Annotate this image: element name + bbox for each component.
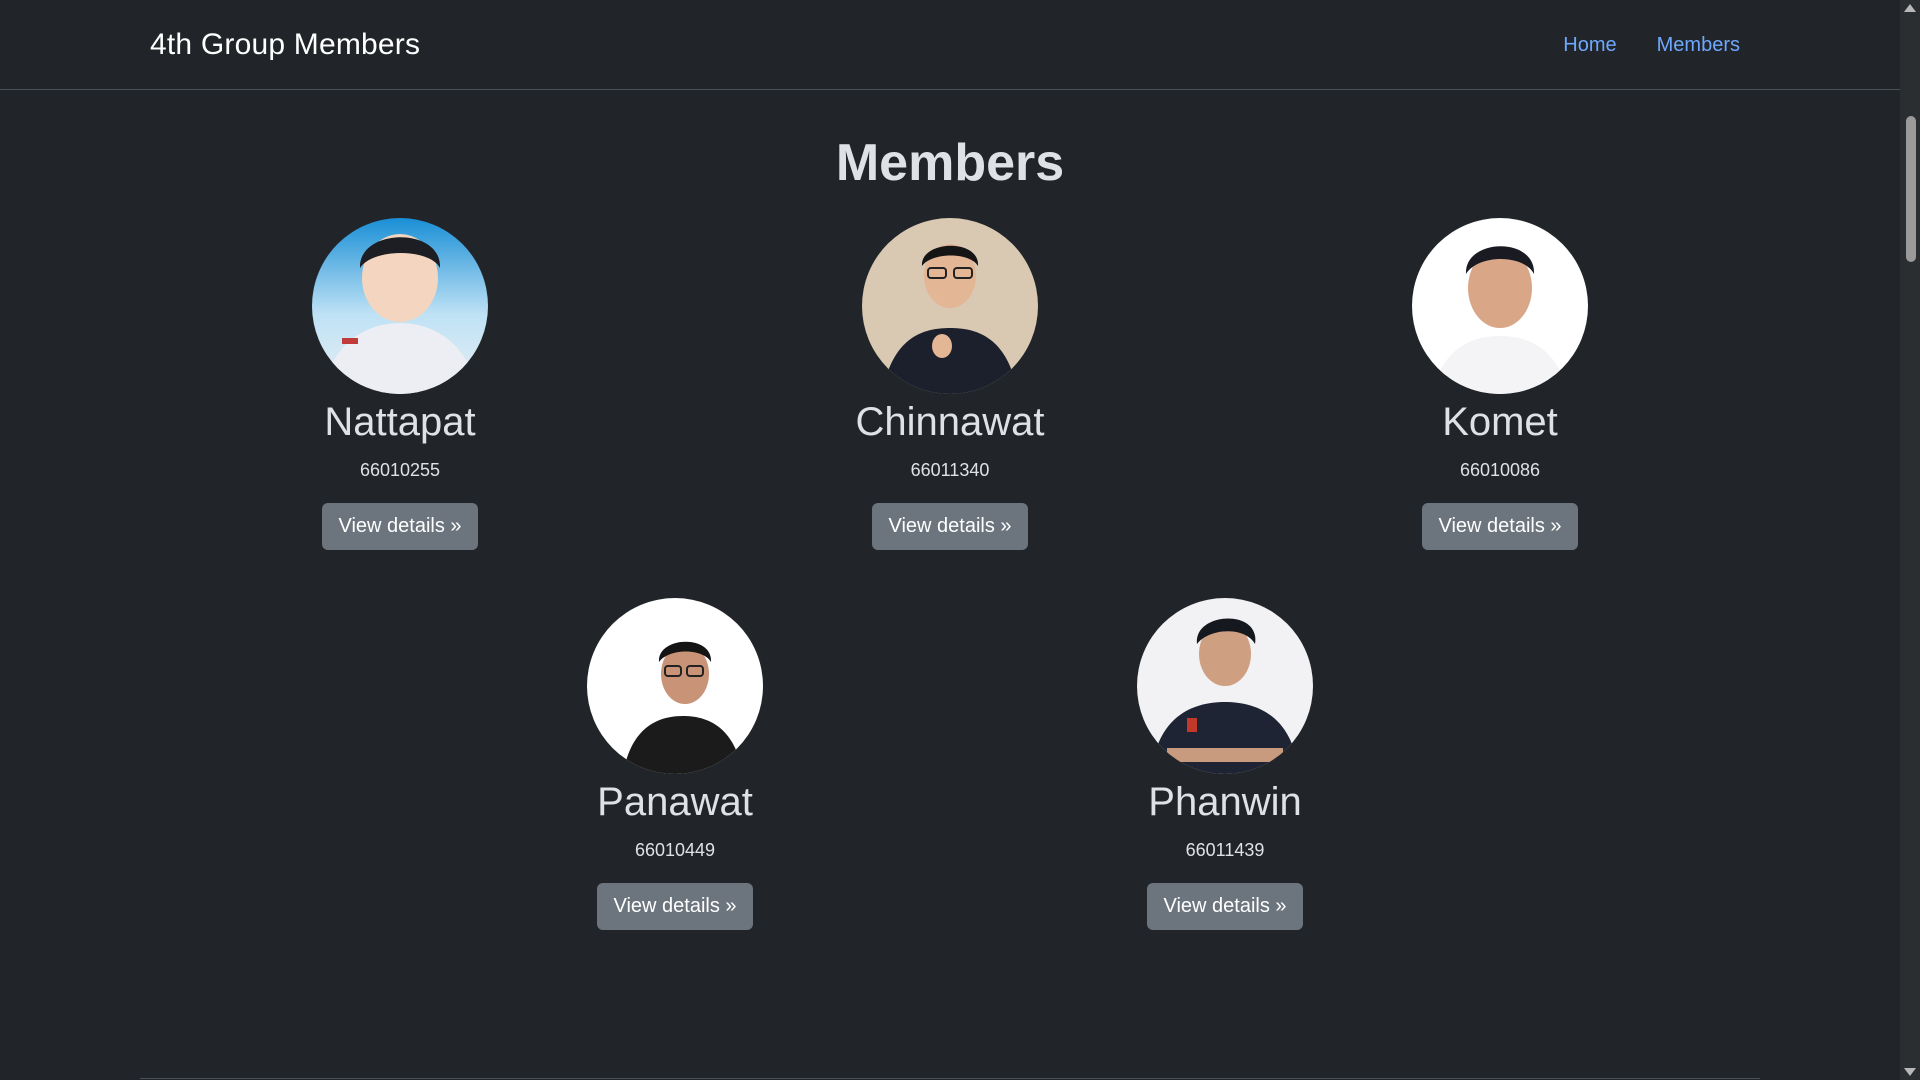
member-name: Nattapat [324, 400, 476, 444]
view-details-button[interactable]: View details » [1147, 883, 1303, 930]
member-avatar [1412, 218, 1588, 394]
member-name: Chinnawat [855, 400, 1045, 444]
scroll-down-arrow-icon[interactable] [1904, 1068, 1916, 1076]
vertical-scrollbar[interactable] [1900, 0, 1920, 1080]
member-avatar [1137, 598, 1313, 774]
member-id: 66011439 [1185, 840, 1265, 860]
member-id: 66010449 [634, 840, 716, 860]
member-name: Panawat [597, 780, 753, 824]
view-details-button[interactable]: View details » [322, 503, 478, 550]
scrollbar-thumb[interactable] [1906, 116, 1916, 262]
navbar: 4th Group Members Home Members [0, 0, 1900, 90]
footer-divider [140, 1078, 1760, 1079]
nav-link-members[interactable]: Members [1657, 34, 1740, 57]
member-avatar [862, 218, 1038, 394]
member-card: Panawat 66010449 View details » [525, 598, 825, 930]
member-name: Phanwin [1148, 780, 1302, 824]
page: 4th Group Members Home Members Members N… [0, 0, 1900, 1080]
page-title: Members [835, 134, 1065, 192]
member-card: Phanwin 66011439 View details » [1075, 598, 1375, 930]
view-details-button[interactable]: View details » [872, 503, 1028, 550]
member-name: Komet [1442, 400, 1558, 444]
member-id: 66010086 [1459, 460, 1541, 480]
nav-links: Home Members [1563, 34, 1740, 57]
nav-link-home[interactable]: Home [1563, 34, 1616, 57]
member-avatar [587, 598, 763, 774]
navbar-container: 4th Group Members Home Members [150, 0, 1750, 90]
member-card: Komet 66010086 View details » [1350, 218, 1650, 550]
scroll-up-arrow-icon[interactable] [1904, 4, 1916, 12]
navbar-brand[interactable]: 4th Group Members [150, 28, 420, 62]
member-card: Chinnawat 66011340 View details » [800, 218, 1100, 550]
member-id: 66011340 [910, 460, 990, 480]
view-details-button[interactable]: View details » [597, 883, 753, 930]
member-card: Nattapat 66010255 View details » [250, 218, 550, 550]
view-details-button[interactable]: View details » [1422, 503, 1578, 550]
member-id: 66010255 [359, 460, 441, 480]
member-avatar [312, 218, 488, 394]
